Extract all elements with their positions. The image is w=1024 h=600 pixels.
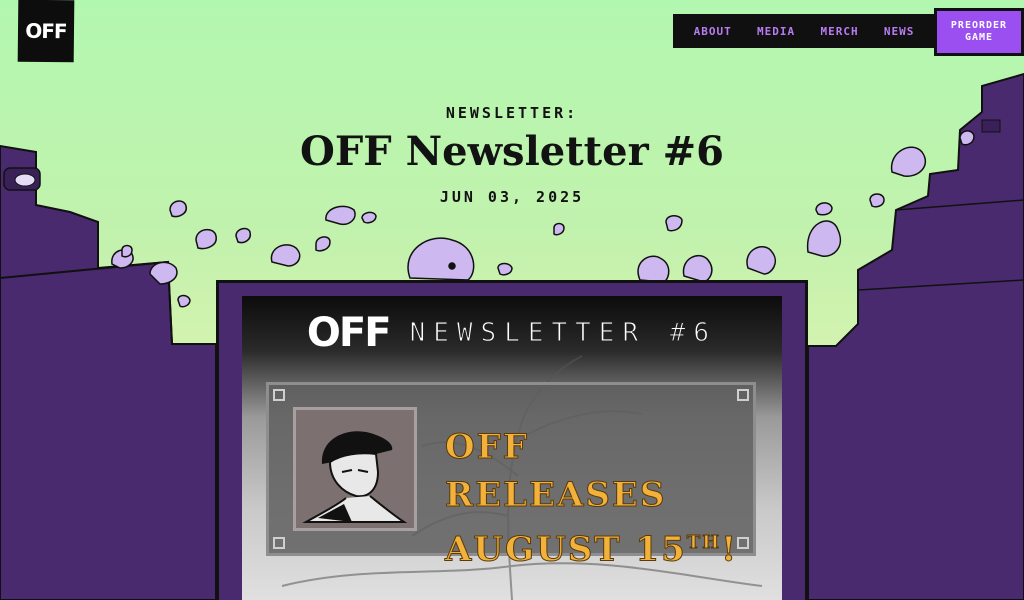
article-title: OFF Newsletter #6 xyxy=(300,128,724,175)
corner-ornament xyxy=(737,389,749,401)
nav-item-about[interactable]: ABOUT xyxy=(694,25,732,38)
article-date: JUN 03, 2025 xyxy=(439,188,585,206)
nav-item-news[interactable]: NEWS xyxy=(884,25,915,38)
preorder-game-button[interactable]: PREORDER GAME xyxy=(937,11,1021,53)
release-date: AUGUST 15 xyxy=(445,529,687,570)
release-line-2: AUGUST 15TH! xyxy=(445,519,753,573)
corner-ornament xyxy=(273,537,285,549)
release-date-suffix: TH xyxy=(686,532,722,554)
preorder-button-frame: PREORDER GAME xyxy=(934,8,1024,56)
nav-item-media[interactable]: MEDIA xyxy=(757,25,795,38)
banner-header: OFF NEWSLETTER #6 xyxy=(242,308,782,358)
banner-logo: OFF xyxy=(306,310,392,356)
article-kicker: NEWSLETTER: xyxy=(445,104,579,122)
character-portrait-image xyxy=(302,431,408,523)
main-nav: ABOUT MEDIA MERCH NEWS xyxy=(673,14,935,48)
corner-ornament xyxy=(273,389,285,401)
release-headline: OFF RELEASES AUGUST 15TH! xyxy=(445,423,753,573)
site-logo[interactable]: OFF xyxy=(17,0,75,63)
nav-item-merch[interactable]: MERCH xyxy=(820,25,858,38)
release-line-1: OFF RELEASES xyxy=(445,427,667,516)
character-portrait xyxy=(293,407,417,531)
release-exclamation: ! xyxy=(721,529,739,570)
newsletter-banner: OFF NEWSLETTER #6 OFF RELEASES AUGUST 15… xyxy=(242,296,782,600)
banner-heading: NEWSLETTER #6 xyxy=(409,318,718,349)
release-announcement: OFF RELEASES AUGUST 15TH! xyxy=(266,382,756,570)
